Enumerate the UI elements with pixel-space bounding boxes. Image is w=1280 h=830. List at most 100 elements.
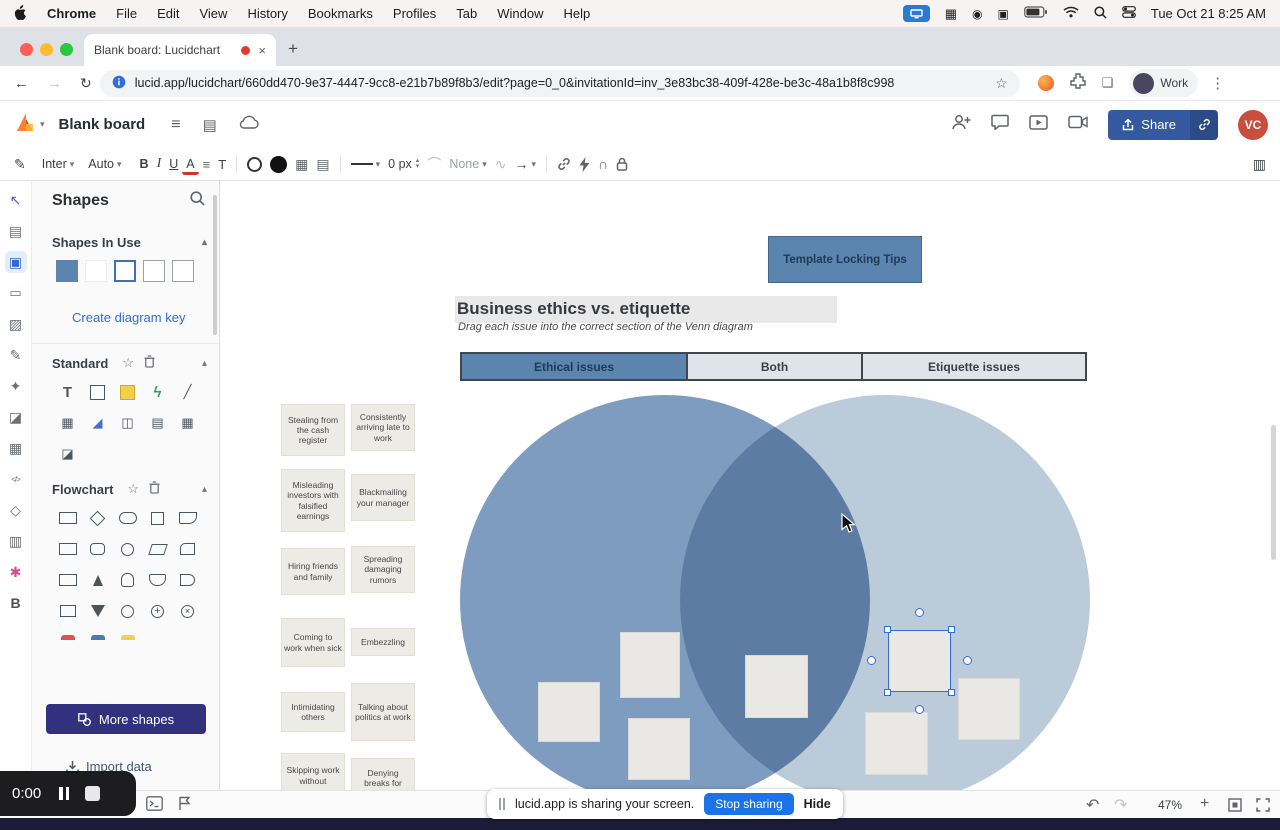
shape-in-use-light-square[interactable] [85,260,107,282]
favorite-star-icon[interactable]: ☆ [122,355,134,371]
video-camera-icon[interactable] [1068,115,1088,134]
layers-tool-icon[interactable]: ▥ [5,530,27,552]
menubar-app-name[interactable]: Chrome [47,6,96,21]
issue-card[interactable]: Misleading investors with falsified earn… [281,469,345,532]
profile-chip[interactable]: Work [1129,69,1199,97]
sticky-note-tool-icon[interactable]: ▤ [5,220,27,242]
browser-tab[interactable]: Blank board: Lucidchart × [84,34,276,66]
shape-square-icon[interactable] [84,380,111,404]
shape-sticky-icon[interactable] [114,380,141,404]
venn-header-ethical[interactable]: Ethical issues [460,352,686,381]
hide-banner-button[interactable]: Hide [804,797,831,811]
connect-handle-top[interactable] [915,608,924,617]
drag-handle-icon[interactable] [499,798,505,810]
issue-card[interactable]: Talking about politics at work [351,683,415,741]
magnetize-icon[interactable]: ∩ [594,152,612,176]
menu-profiles[interactable]: Profiles [393,6,436,21]
fullscreen-icon[interactable] [1256,798,1270,817]
shape-process-icon[interactable] [54,506,81,530]
site-info-icon[interactable] [112,75,126,92]
issue-card[interactable]: Blackmailing your manager [351,474,415,521]
shape-wavy-doc-icon[interactable] [144,568,171,592]
bookmark-star-icon[interactable]: ☆ [995,75,1008,92]
more-shapes-button[interactable]: More shapes [46,704,206,734]
bold-button[interactable]: B [136,152,153,176]
shape-terminator-icon[interactable] [114,506,141,530]
shape-library-tool-icon[interactable]: ▣ [4,251,27,273]
canvas-scrollbar[interactable] [1271,425,1276,560]
share-button[interactable]: Share [1108,109,1190,140]
fill-color-button[interactable] [266,152,291,176]
screen-sharing-indicator-icon[interactable] [902,5,930,22]
zoom-in-icon[interactable]: + [1200,795,1209,813]
extension-icon[interactable] [1037,75,1054,91]
shape-square2-icon[interactable] [144,506,171,530]
issue-card[interactable]: Consistently arriving late to work [351,404,415,451]
connect-handle-right[interactable] [963,656,972,665]
new-tab-button[interactable]: + [288,39,298,59]
venn-header-both[interactable]: Both [686,352,863,381]
shape-decision-icon[interactable] [84,506,111,530]
line-curve-icon[interactable]: ⌒ [423,152,445,176]
shape-line-icon[interactable]: ╱ [174,380,201,404]
redo-icon[interactable]: ↷ [1114,795,1127,815]
shape-search-icon[interactable] [190,191,205,211]
stop-recording-button[interactable] [85,786,101,801]
shape-text-icon[interactable]: T [54,380,81,404]
right-panel-toggle-icon[interactable]: ▥ [1249,152,1270,176]
pages-icon[interactable]: ▤ [203,116,217,134]
spotlight-search-icon[interactable] [1094,5,1107,22]
menu-bookmarks[interactable]: Bookmarks [308,6,373,21]
blank-card[interactable] [745,655,808,718]
user-avatar[interactable]: VC [1238,109,1268,140]
italic-button[interactable]: I [153,152,166,176]
chart-tool-icon[interactable]: ◪ [5,406,27,428]
battery-icon[interactable] [1024,6,1048,21]
sidebar-scrollbar[interactable] [213,195,217,335]
lucid-logo[interactable] [13,110,37,139]
shape-circle-icon[interactable] [114,537,141,561]
window-zoom-button[interactable] [60,43,73,56]
shape-rounded-icon[interactable] [84,537,111,561]
status-display-icon[interactable]: ▣ [998,7,1009,21]
shape-process4-icon[interactable] [54,599,81,623]
arrow-end-select[interactable]: → ▾ [510,152,540,176]
fit-to-screen-icon[interactable] [1228,798,1242,817]
status-grid-icon[interactable]: ▦ [945,6,957,22]
page-flag-icon[interactable] [178,796,191,816]
shape-callout-icon[interactable]: ◫ [114,411,141,435]
stop-sharing-button[interactable]: Stop sharing [704,793,794,815]
resize-handle-nw[interactable] [884,626,891,633]
trash-icon[interactable] [144,355,155,371]
template-locking-tips-button[interactable]: Template Locking Tips [768,236,922,283]
style-pen-icon[interactable]: ✎ [10,152,30,176]
browser-menu-icon[interactable]: ⋮ [1210,74,1225,92]
diagram-subtitle[interactable]: Drag each issue into the correct section… [458,321,753,333]
logo-chevron-icon[interactable]: ▾ [40,119,45,130]
resize-handle-ne[interactable] [948,626,955,633]
embed-code-tool-icon[interactable]: </> [5,468,27,490]
apple-menu-icon[interactable] [14,4,27,23]
blank-card[interactable] [865,712,928,775]
wifi-icon[interactable] [1063,6,1079,21]
console-icon[interactable] [146,796,163,816]
main-menu-icon[interactable]: ≡ [171,116,180,134]
shape-play-icon[interactable]: ◢ [84,411,111,435]
shapes-in-use-header[interactable]: Shapes In Use ▴ [32,229,219,255]
shape-parallelogram-icon[interactable] [144,537,171,561]
shape-cylinder-icon[interactable] [114,568,141,592]
undo-icon[interactable]: ↶ [1086,795,1099,815]
shape-chart-table-icon[interactable]: ◪ [54,442,81,466]
notes-panel-icon[interactable]: ▤ [312,152,333,176]
stroke-width-stepper[interactable]: 0 px ▴ ▾ [384,152,423,176]
issue-card[interactable]: Spreading damaging rumors [351,546,415,593]
copy-link-button[interactable] [1190,109,1218,140]
issue-card[interactable]: Intimidating others [281,692,345,732]
brand-tool-icon[interactable]: B [5,592,27,614]
text-align-icon[interactable]: ≡ [199,152,215,176]
shape-or-icon[interactable]: + [144,599,171,623]
selected-card[interactable] [867,608,972,714]
connect-handle-bottom[interactable] [915,705,924,714]
integrations-tool-icon[interactable]: ✱ [5,561,27,583]
flowchart-section-header[interactable]: Flowchart ☆ ▴ [32,476,219,502]
